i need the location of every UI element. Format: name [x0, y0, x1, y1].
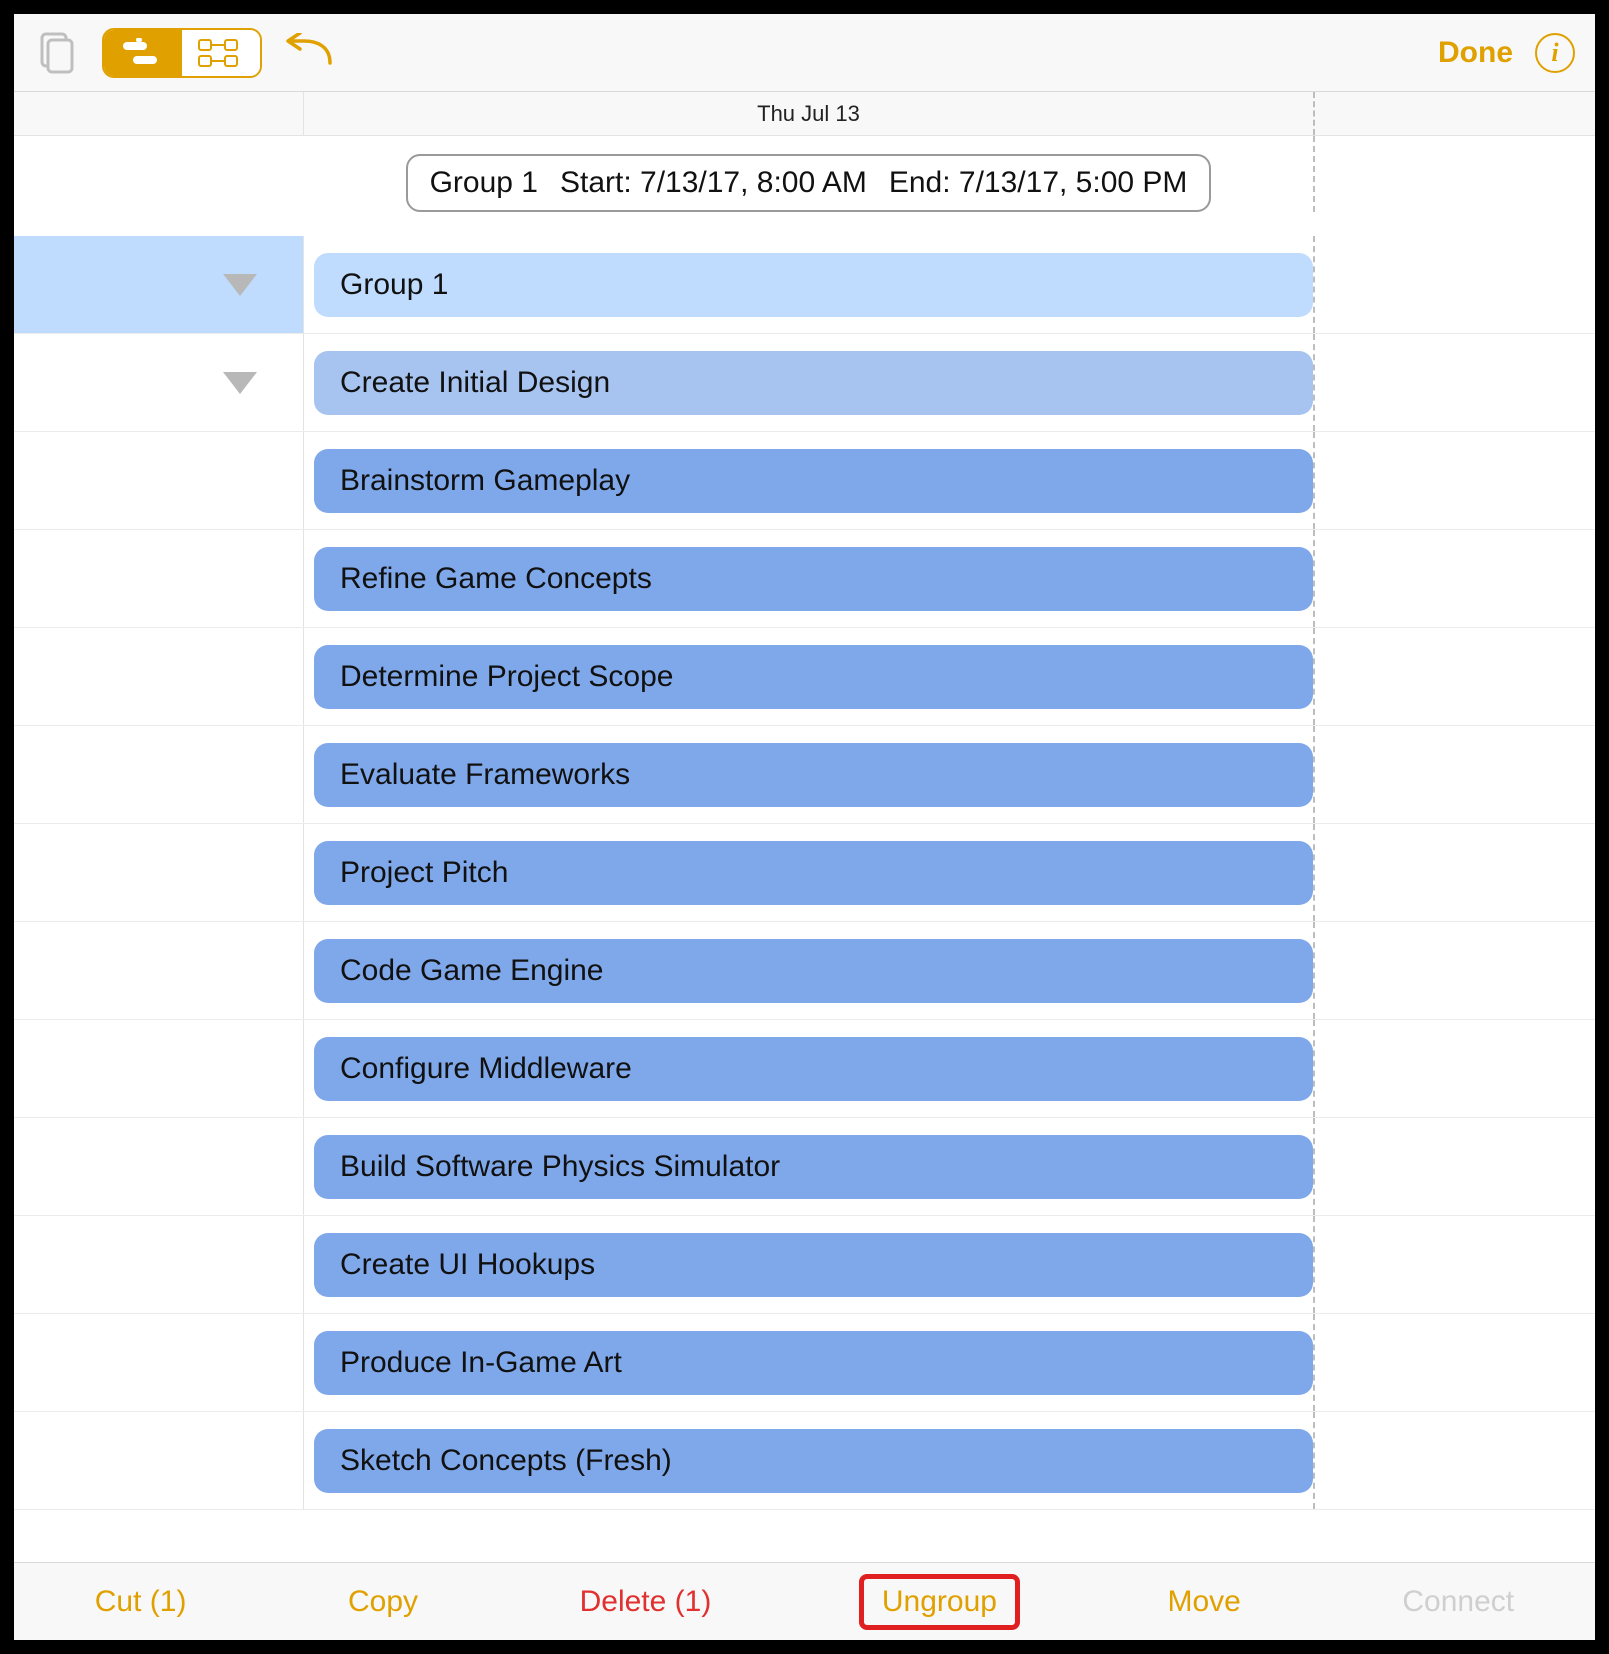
- task-bar[interactable]: Determine Project Scope: [314, 645, 1313, 709]
- task-row[interactable]: Code Game Engine: [14, 922, 1595, 1020]
- timeline-lane[interactable]: Create UI Hookups: [304, 1216, 1315, 1313]
- copy-button[interactable]: Copy: [334, 1579, 432, 1625]
- timeline-lane[interactable]: Refine Game Concepts: [304, 530, 1315, 627]
- task-row[interactable]: Create UI Hookups: [14, 1216, 1595, 1314]
- documents-icon[interactable]: [34, 30, 80, 76]
- outline-cell[interactable]: [14, 334, 304, 431]
- undo-icon[interactable]: [284, 33, 338, 73]
- timeline-lane[interactable]: Sketch Concepts (Fresh): [304, 1412, 1315, 1509]
- timeline-lane[interactable]: Evaluate Frameworks: [304, 726, 1315, 823]
- task-bar[interactable]: Brainstorm Gameplay: [314, 449, 1313, 513]
- task-bar[interactable]: Evaluate Frameworks: [314, 743, 1313, 807]
- ungroup-button[interactable]: Ungroup: [859, 1574, 1020, 1630]
- done-button[interactable]: Done: [1438, 36, 1513, 70]
- task-row[interactable]: Configure Middleware: [14, 1020, 1595, 1118]
- task-row[interactable]: Sketch Concepts (Fresh): [14, 1412, 1595, 1510]
- task-bar[interactable]: Refine Game Concepts: [314, 547, 1313, 611]
- task-row[interactable]: Produce In-Game Art: [14, 1314, 1595, 1412]
- outline-cell[interactable]: [14, 432, 304, 529]
- timeline-lane[interactable]: Determine Project Scope: [304, 628, 1315, 725]
- disclosure-triangle-icon[interactable]: [223, 274, 257, 296]
- move-button[interactable]: Move: [1153, 1579, 1254, 1625]
- task-bar[interactable]: Project Pitch: [314, 841, 1313, 905]
- selection-info-bubble[interactable]: Group 1 Start: 7/13/17, 8:00 AM End: 7/1…: [406, 154, 1212, 212]
- timeline-lane[interactable]: Create Initial Design: [304, 334, 1315, 431]
- cut-button[interactable]: Cut (1): [81, 1579, 201, 1625]
- task-row[interactable]: Create Initial Design: [14, 334, 1595, 432]
- timeline-header: Thu Jul 13: [14, 92, 1595, 136]
- view-mode-gantt[interactable]: [104, 30, 182, 76]
- gantt-area[interactable]: Group 1 Start: 7/13/17, 8:00 AM End: 7/1…: [14, 136, 1595, 1562]
- task-bar[interactable]: Configure Middleware: [314, 1037, 1313, 1101]
- timeline-lane[interactable]: Produce In-Game Art: [304, 1314, 1315, 1411]
- outline-cell[interactable]: [14, 628, 304, 725]
- task-bar[interactable]: Build Software Physics Simulator: [314, 1135, 1313, 1199]
- disclosure-triangle-icon[interactable]: [223, 372, 257, 394]
- task-bar[interactable]: Group 1: [314, 253, 1313, 317]
- view-mode-segmented[interactable]: [102, 28, 262, 78]
- timeline-lane[interactable]: Configure Middleware: [304, 1020, 1315, 1117]
- info-icon[interactable]: i: [1535, 33, 1575, 73]
- bubble-start: Start: 7/13/17, 8:00 AM: [560, 166, 867, 200]
- outline-header: [14, 92, 304, 135]
- outline-cell[interactable]: [14, 1020, 304, 1117]
- task-bar[interactable]: Create Initial Design: [314, 351, 1313, 415]
- delete-button[interactable]: Delete (1): [566, 1579, 726, 1625]
- bubble-group: Group 1: [430, 166, 538, 200]
- timeline-lane[interactable]: Code Game Engine: [304, 922, 1315, 1019]
- task-row[interactable]: Group 1: [14, 236, 1595, 334]
- task-bar[interactable]: Produce In-Game Art: [314, 1331, 1313, 1395]
- connect-button: Connect: [1388, 1579, 1528, 1625]
- task-bar[interactable]: Code Game Engine: [314, 939, 1313, 1003]
- outline-cell[interactable]: [14, 726, 304, 823]
- outline-cell[interactable]: [14, 236, 304, 333]
- outline-cell[interactable]: [14, 922, 304, 1019]
- task-row[interactable]: Evaluate Frameworks: [14, 726, 1595, 824]
- view-mode-network[interactable]: [182, 30, 260, 76]
- outline-cell[interactable]: [14, 824, 304, 921]
- task-row[interactable]: Refine Game Concepts: [14, 530, 1595, 628]
- edit-actions-bar: Cut (1) Copy Delete (1) Ungroup Move Con…: [14, 1562, 1595, 1640]
- outline-cell[interactable]: [14, 1314, 304, 1411]
- timeline-lane[interactable]: Group 1: [304, 236, 1315, 333]
- outline-cell[interactable]: [14, 530, 304, 627]
- task-row[interactable]: Project Pitch: [14, 824, 1595, 922]
- bubble-end: End: 7/13/17, 5:00 PM: [889, 166, 1188, 200]
- task-row[interactable]: Determine Project Scope: [14, 628, 1595, 726]
- task-bar[interactable]: Sketch Concepts (Fresh): [314, 1429, 1313, 1493]
- outline-cell[interactable]: [14, 1412, 304, 1509]
- outline-cell[interactable]: [14, 1216, 304, 1313]
- task-bar[interactable]: Create UI Hookups: [314, 1233, 1313, 1297]
- selection-info-row: Group 1 Start: 7/13/17, 8:00 AM End: 7/1…: [14, 136, 1595, 236]
- task-row[interactable]: Build Software Physics Simulator: [14, 1118, 1595, 1216]
- toolbar: Done i: [14, 14, 1595, 92]
- task-row[interactable]: Brainstorm Gameplay: [14, 432, 1595, 530]
- timeline-lane[interactable]: Brainstorm Gameplay: [304, 432, 1315, 529]
- date-column-header: Thu Jul 13: [304, 92, 1315, 135]
- outline-cell[interactable]: [14, 1118, 304, 1215]
- timeline-lane[interactable]: Build Software Physics Simulator: [304, 1118, 1315, 1215]
- timeline-lane[interactable]: Project Pitch: [304, 824, 1315, 921]
